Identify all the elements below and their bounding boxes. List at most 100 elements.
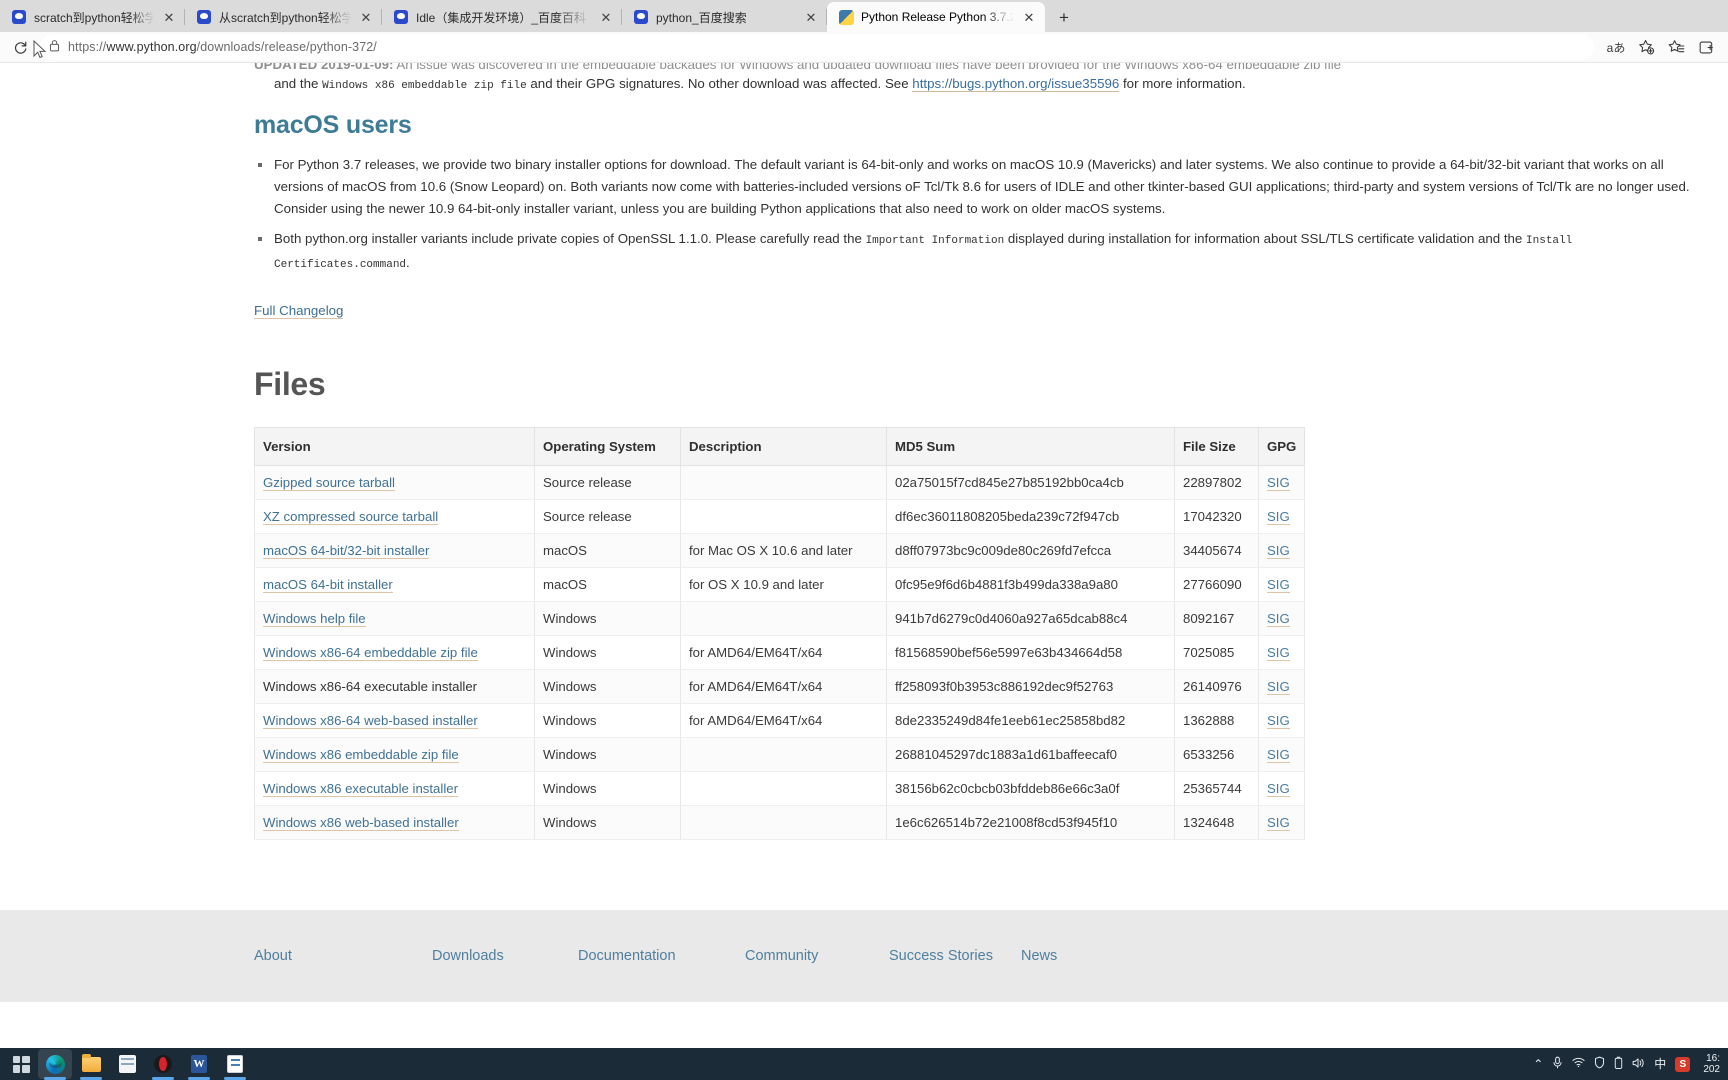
page-viewport[interactable]: UPDATED 2019-01-09: An issue was discove…	[0, 63, 1728, 1048]
file-download-link[interactable]: macOS 64-bit/32-bit installer	[263, 543, 430, 559]
browser-tab-4[interactable]: python_百度搜索 ✕	[622, 2, 827, 32]
file-download-link[interactable]: Windows x86 executable installer	[263, 781, 458, 797]
gpg-sig-link[interactable]: SIG	[1267, 509, 1290, 525]
cell-file-size: 17042320	[1174, 499, 1259, 534]
cell-description: for AMD64/EM64T/x64	[680, 635, 887, 670]
file-download-link[interactable]: Windows help file	[263, 611, 366, 627]
browser-tab-2[interactable]: 从scratch到python轻松学的搜索 ✕	[185, 2, 382, 32]
address-bar[interactable]: https://www.python.org/downloads/release…	[40, 34, 1594, 60]
favorites-icon[interactable]	[1662, 34, 1690, 60]
read-aloud-icon[interactable]: aあ	[1602, 34, 1630, 60]
file-download-link[interactable]: Windows x86 web-based installer	[263, 815, 459, 831]
star-add-icon[interactable]	[1632, 34, 1660, 60]
taskbar-app-notes[interactable]	[218, 1049, 252, 1079]
footer-link-downloads[interactable]: Downloads	[432, 948, 578, 964]
shield-icon[interactable]	[1594, 1056, 1605, 1072]
gpg-sig-link[interactable]: SIG	[1267, 713, 1290, 729]
footer-link-about[interactable]: About	[254, 948, 432, 964]
cell-file-size: 8092167	[1174, 601, 1259, 636]
browser-toolbar: https://www.python.org/downloads/release…	[0, 32, 1728, 63]
footer-link-success-stories[interactable]: Success Stories	[889, 948, 1021, 964]
gpg-sig-link[interactable]: SIG	[1267, 611, 1290, 627]
cell-gpg: SIG	[1258, 635, 1305, 670]
clock[interactable]: 16: 202	[1699, 1053, 1720, 1075]
close-icon[interactable]: ✕	[358, 9, 374, 25]
volume-icon[interactable]	[1632, 1057, 1645, 1072]
browser-tab-3[interactable]: Idle（集成开发环境）_百度百科 ✕	[382, 2, 622, 32]
full-changelog-link[interactable]: Full Changelog	[254, 303, 344, 319]
column-header-version[interactable]: Version	[254, 427, 535, 466]
footer-nav: About Downloads Documentation Community …	[0, 948, 1057, 964]
cell-operating-system: Source release	[534, 465, 681, 500]
notice-mid: and their GPG signatures. No other downl…	[526, 76, 913, 91]
file-download-link[interactable]: macOS 64-bit installer	[263, 577, 393, 593]
taskbar-app-microsoft-store[interactable]	[110, 1049, 144, 1079]
close-icon[interactable]: ✕	[803, 9, 819, 25]
gpg-sig-link[interactable]: SIG	[1267, 815, 1290, 831]
ime-indicator[interactable]: 中	[1654, 1058, 1666, 1070]
file-download-link[interactable]: Gzipped source tarball	[263, 475, 395, 491]
update-notice-rest: An issue was discovered in the embeddabl…	[393, 63, 1341, 69]
cell-md5-sum: df6ec36011808205beda239c72f947cb	[886, 499, 1175, 534]
column-header-gpg[interactable]: GPG	[1258, 427, 1305, 466]
list-item: Both python.org installer variants inclu…	[254, 228, 1708, 276]
column-header-md5[interactable]: MD5 Sum	[886, 427, 1175, 466]
footer-link-documentation[interactable]: Documentation	[578, 948, 745, 964]
close-icon[interactable]: ✕	[161, 9, 177, 25]
taskbar-app-opera[interactable]	[146, 1049, 180, 1079]
bugs-issue-link[interactable]: https://bugs.python.org/issue35596	[912, 76, 1120, 92]
notice-code: Windows x86 embeddable zip file	[322, 80, 527, 92]
tray-app-badge[interactable]: S	[1675, 1056, 1691, 1072]
gpg-sig-link[interactable]: SIG	[1267, 543, 1290, 559]
new-tab-button[interactable]: +	[1049, 4, 1079, 32]
file-download-link[interactable]: Windows x86-64 web-based installer	[263, 713, 478, 729]
gpg-sig-link[interactable]: SIG	[1267, 679, 1290, 695]
cell-version: Windows x86 executable installer	[254, 771, 535, 806]
tab-title: python_百度搜索	[656, 10, 747, 25]
cell-description	[680, 737, 887, 772]
cell-version: Windows x86-64 executable installer	[254, 669, 535, 704]
cell-description: for OS X 10.9 and later	[680, 567, 887, 602]
cell-gpg: SIG	[1258, 669, 1305, 704]
microphone-icon[interactable]	[1552, 1056, 1563, 1072]
close-icon[interactable]: ✕	[598, 9, 614, 25]
cell-file-size: 26140976	[1174, 669, 1259, 704]
footer-link-news[interactable]: News	[1021, 948, 1057, 964]
column-header-desc[interactable]: Description	[680, 427, 887, 466]
cell-operating-system: macOS	[534, 533, 681, 568]
tab-strip: scratch到python轻松学_百度 ✕ 从scratch到python轻松…	[0, 0, 1728, 32]
file-download-link[interactable]: Windows x86-64 executable installer	[263, 679, 477, 694]
gpg-sig-link[interactable]: SIG	[1267, 645, 1290, 661]
column-header-filesize[interactable]: File Size	[1174, 427, 1259, 466]
taskbar-app-file-explorer[interactable]	[74, 1049, 108, 1079]
file-download-link[interactable]: XZ compressed source tarball	[263, 509, 439, 525]
cell-md5-sum: ff258093f0b3953c886192dec9f52763	[886, 669, 1175, 704]
gpg-sig-link[interactable]: SIG	[1267, 781, 1290, 797]
refresh-icon[interactable]	[6, 34, 34, 60]
gpg-sig-link[interactable]: SIG	[1267, 577, 1290, 593]
cell-description	[680, 465, 887, 500]
baidu-icon	[633, 9, 649, 25]
taskbar-app-word[interactable]: W	[182, 1049, 216, 1079]
footer-link-community[interactable]: Community	[745, 948, 889, 964]
file-download-link[interactable]: Windows x86-64 embeddable zip file	[263, 645, 478, 661]
browser-tab-5-active[interactable]: Python Release Python 3.7.2 | Py ✕	[827, 2, 1045, 32]
cell-description	[680, 601, 887, 636]
taskbar-app-edge[interactable]	[38, 1049, 72, 1079]
chevron-up-icon[interactable]: ⌃	[1533, 1058, 1543, 1070]
toolbar-actions: aあ	[1602, 34, 1720, 60]
start-icon[interactable]	[4, 1049, 38, 1079]
cell-description: for AMD64/EM64T/x64	[680, 703, 887, 738]
wifi-icon[interactable]	[1572, 1057, 1585, 1071]
collections-icon[interactable]	[1692, 34, 1720, 60]
cell-md5-sum: 8de2335249d84fe1eeb61ec25858bd82	[886, 703, 1175, 738]
browser-tab-1[interactable]: scratch到python轻松学_百度 ✕	[0, 2, 185, 32]
close-icon[interactable]: ✕	[1021, 9, 1037, 25]
battery-icon[interactable]	[1614, 1056, 1623, 1073]
python-icon	[838, 9, 854, 25]
file-download-link[interactable]: Windows x86 embeddable zip file	[263, 747, 459, 763]
column-header-os[interactable]: Operating System	[534, 427, 681, 466]
gpg-sig-link[interactable]: SIG	[1267, 475, 1290, 491]
gpg-sig-link[interactable]: SIG	[1267, 747, 1290, 763]
tab-title: scratch到python轻松学_百度	[34, 10, 154, 25]
